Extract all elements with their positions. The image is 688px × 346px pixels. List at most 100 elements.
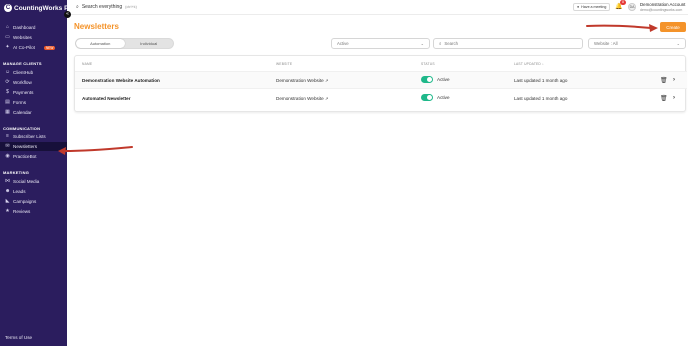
star-icon: ★: [5, 208, 10, 214]
newsletters-table: Name Website Status Last updated ↓ Demon…: [74, 55, 687, 112]
search-icon: ⌕: [439, 41, 442, 46]
sidebar-item-label: Reviews: [13, 209, 31, 214]
megaphone-icon: ◣: [5, 198, 10, 204]
sidebar-item-social-media[interactable]: ⋈ Social Media: [0, 177, 67, 186]
new-badge: NEW: [43, 45, 56, 50]
sidebar-item-label: Forms: [13, 100, 27, 105]
calendar-icon: ▦: [5, 109, 10, 115]
sidebar-item-calendar[interactable]: ▦ Calendar: [0, 108, 67, 117]
type-toggle: Automation Individual: [75, 38, 174, 49]
trash-icon[interactable]: 🗑: [660, 95, 668, 102]
notification-count: 8: [620, 0, 626, 5]
page-title: Newsletters: [74, 22, 119, 31]
table-row[interactable]: Automated Newsletter Demonstration Websi…: [75, 90, 687, 108]
sidebar-item-label: PracticeBot: [13, 154, 37, 159]
sidebar-item-label: Newsletters: [13, 144, 37, 149]
workflow-icon: ⟳: [5, 79, 10, 85]
trash-icon[interactable]: 🗑: [660, 77, 668, 84]
sidebar-item-dashboard[interactable]: ⌂ Dashboard: [0, 23, 67, 32]
sidebar-item-label: AI Co-Pilot: [13, 45, 35, 50]
table-row[interactable]: Demonstration Website Automation Demonst…: [75, 71, 687, 89]
annotation-arrow-create-icon: [586, 24, 658, 32]
sidebar-item-workflow[interactable]: ⟳ Workflow: [0, 78, 67, 87]
tab-individual[interactable]: Individual: [125, 39, 174, 48]
external-link-icon[interactable]: ↗: [325, 78, 328, 83]
status-toggle[interactable]: [421, 76, 433, 83]
chevron-right-icon[interactable]: ›: [673, 95, 675, 101]
app-root: C CountingWorks PRO ⌂ Dashboard ▭ Websit…: [0, 0, 688, 346]
column-header-name[interactable]: Name: [82, 62, 92, 66]
sidebar-item-subscriber-lists[interactable]: ≡ Subscriber Lists: [0, 132, 67, 141]
share-icon: ⋈: [5, 178, 10, 184]
external-link-icon[interactable]: ↗: [325, 96, 328, 101]
sidebar-item-campaigns[interactable]: ◣ Campaigns: [0, 197, 67, 206]
users-icon: ☺: [5, 69, 11, 75]
brand-mark-icon: C: [4, 4, 12, 12]
sidebar-item-reviews[interactable]: ★ Reviews: [0, 207, 67, 216]
list-icon: ≡: [6, 133, 9, 139]
bot-icon: ◉: [5, 153, 10, 159]
form-icon: ▤: [5, 99, 10, 105]
website-select-value: Website : All: [594, 41, 618, 46]
sidebar-item-label: Campaigns: [13, 199, 37, 204]
section-communication: COMMUNICATION: [3, 126, 41, 131]
global-search[interactable]: ⌕ Search everything (ctrl+k): [76, 4, 137, 10]
sidebar-item-label: Websites: [13, 35, 32, 40]
chevron-right-icon[interactable]: ›: [673, 77, 675, 83]
row-status: Active: [437, 95, 450, 100]
sidebar-item-forms[interactable]: ▤ Forms: [0, 98, 67, 107]
mail-icon: ✉: [5, 143, 10, 149]
sidebar-item-clienthub[interactable]: ☺ ClientHub: [0, 68, 67, 77]
sidebar-item-label: Social Media: [13, 179, 40, 184]
row-website-label: Demonstration Website: [276, 78, 324, 83]
sidebar-item-label: Workflow: [13, 80, 32, 85]
sidebar: C CountingWorks PRO ⌂ Dashboard ▭ Websit…: [0, 0, 78, 346]
sidebar-item-label: Subscriber Lists: [13, 134, 46, 139]
section-marketing: MARKETING: [3, 170, 30, 175]
row-name[interactable]: Demonstration Website Automation: [82, 78, 160, 83]
sidebar-item-ai-copilot[interactable]: ✦ AI Co-Pilot NEW: [0, 43, 67, 52]
sidebar-item-leads[interactable]: ☻ Leads: [0, 187, 67, 196]
tab-automation[interactable]: Automation: [76, 39, 125, 48]
sidebar-item-label: ClientHub: [13, 70, 34, 75]
row-updated: Last updated 1 month ago: [514, 96, 568, 101]
chevron-down-icon: ⌄: [420, 41, 424, 46]
topbar: ⌕ Search everything (ctrl+k) ● Have a me…: [67, 0, 688, 15]
chevron-down-icon: ⌄: [676, 41, 680, 46]
home-icon: ⌂: [5, 24, 10, 30]
sidebar-item-websites[interactable]: ▭ Websites: [0, 33, 67, 42]
row-name[interactable]: Automated Newsletter: [82, 96, 131, 101]
sidebar-item-label: Calendar: [13, 110, 32, 115]
status-select-value: Active: [337, 41, 349, 46]
monitor-icon: ▭: [5, 34, 10, 40]
row-website: Demonstration Website ↗: [276, 78, 328, 83]
section-manage-clients: MANAGE CLIENTS: [3, 61, 42, 66]
collapse-sidebar-icon[interactable]: «: [64, 11, 71, 18]
sidebar-item-label: Leads: [13, 189, 26, 194]
dollar-icon: $: [6, 89, 9, 95]
account-name[interactable]: Demonstration Account: [640, 2, 685, 7]
search-placeholder: Search: [444, 41, 459, 46]
status-select[interactable]: Active ⌄: [331, 38, 430, 49]
global-search-label: Search everything: [81, 4, 123, 10]
annotation-arrow-newsletters-icon: [58, 146, 133, 155]
search-shortcut: (ctrl+k): [125, 5, 137, 9]
row-status: Active: [437, 77, 450, 82]
create-button[interactable]: Create: [660, 22, 686, 32]
sparkle-icon: ✦: [5, 44, 10, 50]
column-header-status[interactable]: Status: [421, 62, 435, 66]
website-select[interactable]: Website : All ⌄: [588, 38, 686, 49]
status-toggle[interactable]: [421, 94, 433, 101]
column-header-website[interactable]: Website: [276, 62, 292, 66]
search-input[interactable]: ⌕ Search: [433, 38, 583, 49]
column-header-last-updated[interactable]: Last updated ↓: [514, 62, 544, 66]
meeting-button[interactable]: ● Have a meeting: [573, 3, 611, 11]
terms-of-use-link[interactable]: Terms of Use: [5, 335, 32, 340]
row-website-label: Demonstration Website: [276, 96, 324, 101]
row-website: Demonstration Website ↗: [276, 96, 328, 101]
table-header: Name Website Status Last updated ↓: [75, 60, 687, 68]
sidebar-item-payments[interactable]: $ Payments: [0, 88, 67, 97]
avatar[interactable]: DA: [628, 3, 636, 11]
search-icon: ⌕: [76, 4, 79, 10]
sidebar-item-label: Payments: [13, 90, 34, 95]
